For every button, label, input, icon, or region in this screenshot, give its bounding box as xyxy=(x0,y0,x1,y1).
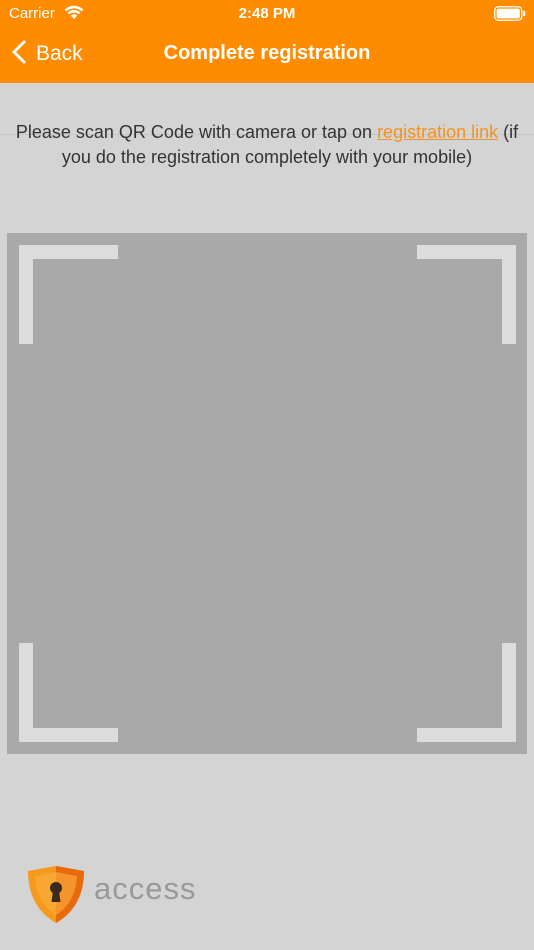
registration-link[interactable]: registration link xyxy=(377,122,498,142)
instructions-text: Please scan QR Code with camera or tap o… xyxy=(10,120,524,170)
scanner-corner-bottom-right xyxy=(417,643,516,742)
qr-scanner-area[interactable] xyxy=(7,233,527,754)
brand-logo-text: access xyxy=(94,871,197,906)
nav-bar: Back Complete registration xyxy=(0,28,534,83)
instructions-start: Please scan QR Code with camera or tap o… xyxy=(15,122,378,142)
battery-icon xyxy=(494,6,526,26)
shield-keyhole-icon xyxy=(25,864,87,931)
page-title: Complete registration xyxy=(163,42,371,64)
scanner-corner-bottom-left xyxy=(19,643,118,742)
scanner-corner-top-right xyxy=(417,245,516,344)
scanner-corner-top-left xyxy=(19,245,118,344)
status-time: 2:48 PM xyxy=(238,5,296,22)
navigation-header: Carrier 2:48 PM Back Complete registrati… xyxy=(0,0,534,83)
status-bar: Carrier 2:48 PM xyxy=(0,0,534,28)
